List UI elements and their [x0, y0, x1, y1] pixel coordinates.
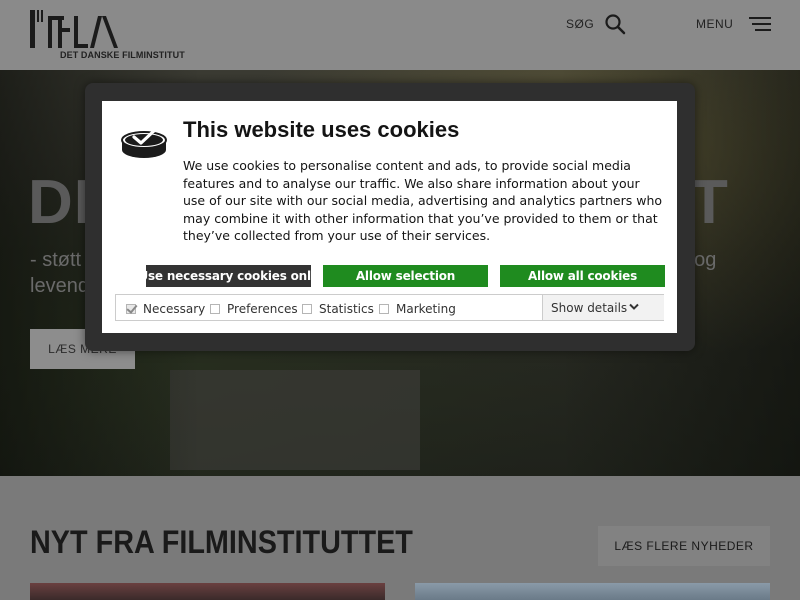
- show-details-toggle[interactable]: Show details: [542, 295, 664, 320]
- hero-subline: - støtt: [30, 249, 82, 271]
- option-label[interactable]: Statistics: [319, 302, 374, 316]
- hamburger-menu-icon[interactable]: [749, 16, 771, 32]
- more-news-button[interactable]: LÆS FLERE NYHEDER: [598, 526, 770, 566]
- logo-subtitle: DET DANSKE FILMINSTITUT: [60, 50, 185, 60]
- hero-heading-end: T: [690, 168, 728, 237]
- option-label[interactable]: Preferences: [227, 302, 298, 316]
- dfi-logo-icon[interactable]: [30, 10, 122, 48]
- option-label[interactable]: Marketing: [396, 302, 456, 316]
- search-icon[interactable]: [604, 13, 626, 35]
- menu-label[interactable]: MENU: [696, 17, 733, 31]
- cookie-consent-icon: [121, 127, 167, 158]
- chevron-down-icon[interactable]: [629, 303, 639, 311]
- cookie-options-bar: Necessary Preferences Statistics Marketi…: [115, 294, 664, 321]
- cookie-dialog-body: We use cookies to personalise content an…: [183, 158, 663, 243]
- option-statistics[interactable]: Statistics: [302, 302, 374, 316]
- checkbox-necessary: [126, 304, 136, 314]
- search-label[interactable]: SØG: [566, 17, 594, 31]
- option-preferences[interactable]: Preferences: [210, 302, 298, 316]
- checkbox-marketing[interactable]: [379, 304, 389, 314]
- cookie-dialog-title: This website uses cookies: [183, 117, 460, 142]
- show-details-label[interactable]: Show details: [551, 301, 627, 315]
- option-necessary: Necessary: [126, 302, 205, 316]
- option-marketing[interactable]: Marketing: [379, 302, 456, 316]
- news-section-title: NYT FRA FILMINSTITUTTET: [30, 524, 413, 560]
- allow-all-cookies-button[interactable]: Allow all cookies: [500, 265, 665, 287]
- checkbox-preferences[interactable]: [210, 304, 220, 314]
- allow-selection-button[interactable]: Allow selection: [323, 265, 488, 287]
- option-label: Necessary: [143, 302, 206, 316]
- news-thumbnail[interactable]: [415, 583, 770, 600]
- site-header: DET DANSKE FILMINSTITUT SØG MENU: [0, 0, 800, 70]
- use-necessary-cookies-button[interactable]: Use necessary cookies only: [138, 265, 319, 287]
- news-thumbnail[interactable]: [30, 583, 385, 600]
- checkbox-statistics[interactable]: [302, 304, 312, 314]
- hero-building-image: [170, 370, 420, 470]
